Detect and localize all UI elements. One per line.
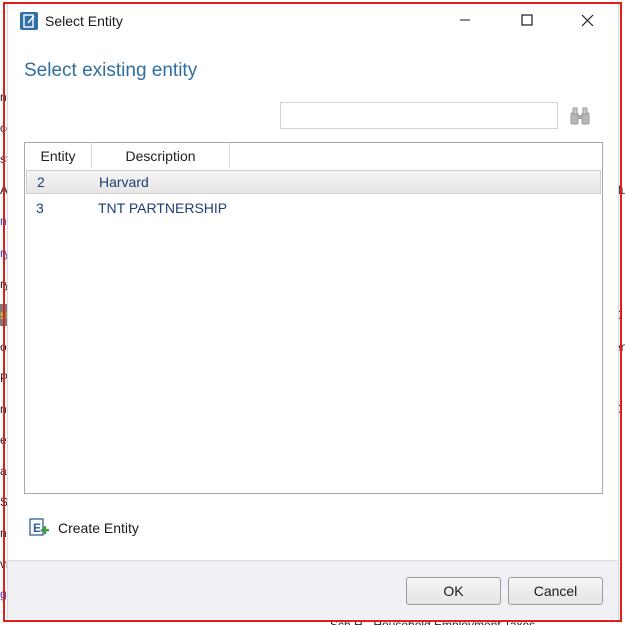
minimize-button[interactable] bbox=[442, 4, 488, 36]
app-icon bbox=[20, 12, 38, 30]
search-button[interactable] bbox=[568, 104, 592, 128]
entity-cell: 3 bbox=[36, 200, 44, 216]
maximize-button[interactable] bbox=[504, 4, 550, 36]
dialog-footer: OK Cancel bbox=[8, 560, 618, 619]
table-row[interactable]: 2 Harvard bbox=[26, 170, 601, 194]
close-icon bbox=[581, 14, 593, 26]
binoculars-icon bbox=[570, 107, 590, 125]
description-cell: TNT PARTNERSHIP bbox=[98, 200, 228, 216]
window-title: Select Entity bbox=[45, 13, 123, 29]
create-entity-label: Create Entity bbox=[58, 520, 139, 536]
close-button[interactable] bbox=[564, 4, 610, 36]
minimize-icon bbox=[460, 19, 470, 21]
grid-header: Entity Description bbox=[25, 143, 230, 169]
svg-text:E: E bbox=[33, 521, 41, 535]
description-cell: Harvard bbox=[99, 174, 149, 190]
entity-cell: 2 bbox=[37, 174, 45, 190]
column-header-description[interactable]: Description bbox=[92, 143, 230, 169]
search-input[interactable] bbox=[280, 102, 558, 129]
column-header-entity[interactable]: Entity bbox=[25, 143, 92, 169]
maximize-icon bbox=[521, 14, 533, 26]
page-title: Select existing entity bbox=[24, 60, 198, 81]
title-bar[interactable]: Select Entity bbox=[8, 4, 618, 38]
create-entity-icon: E bbox=[29, 518, 49, 536]
dialog-content: Select existing entity Entity Descriptio… bbox=[8, 38, 618, 560]
entity-grid[interactable]: Entity Description 2 Harvard 3 TNT PARTN… bbox=[24, 142, 603, 494]
create-entity-link[interactable]: E Create Entity bbox=[28, 516, 139, 540]
table-row[interactable]: 3 TNT PARTNERSHIP bbox=[26, 196, 601, 220]
select-entity-dialog: Select Entity Select existing entity Ent… bbox=[7, 3, 619, 619]
ok-button[interactable]: OK bbox=[406, 577, 501, 605]
cancel-button[interactable]: Cancel bbox=[508, 577, 603, 605]
